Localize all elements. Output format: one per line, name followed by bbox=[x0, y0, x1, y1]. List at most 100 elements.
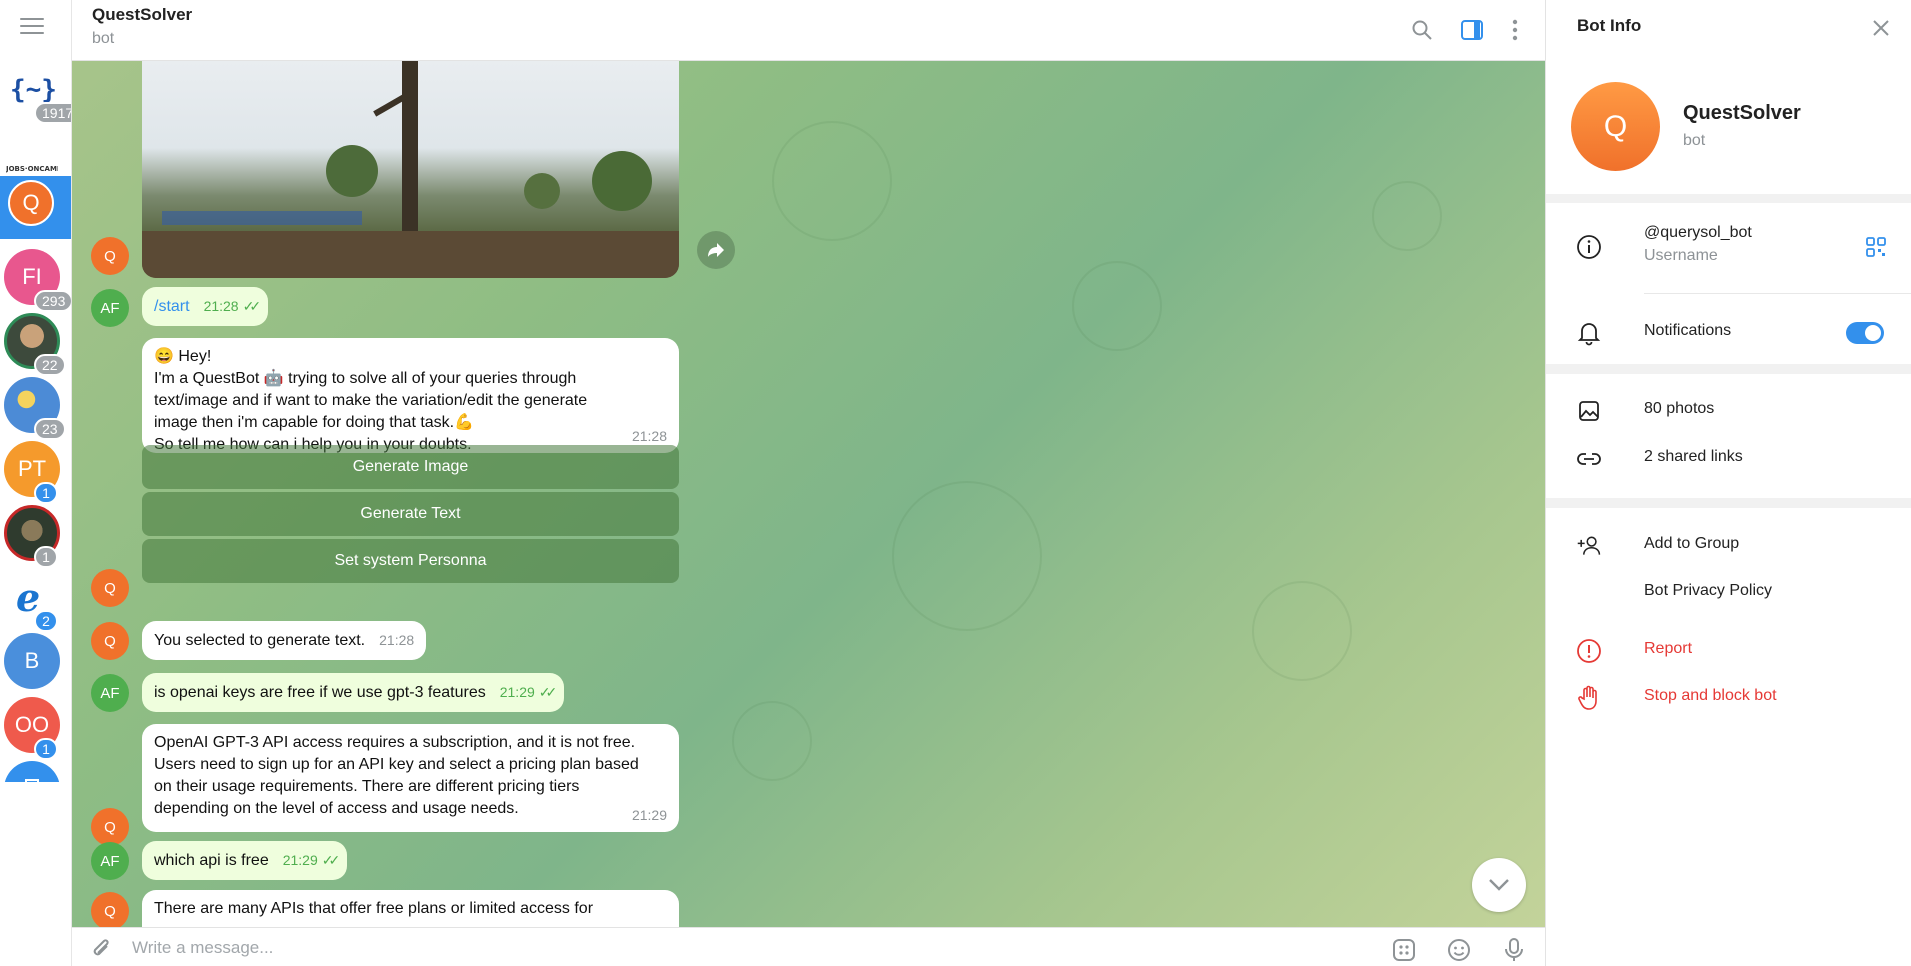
avatar[interactable]: AF bbox=[91, 842, 129, 880]
message-list[interactable]: Q AF /start 21:28 ✓✓ 😄 Hey! I'm a QuestBot… bbox=[72, 61, 1545, 927]
avatar[interactable]: Q bbox=[91, 808, 129, 846]
hand-stop-icon bbox=[1576, 685, 1602, 711]
incoming-message: 😄 Hey! I'm a QuestBot 🤖 trying to solve … bbox=[142, 338, 679, 453]
search-icon[interactable] bbox=[1406, 14, 1438, 46]
outgoing-message: /start 21:28 ✓✓ bbox=[142, 287, 269, 326]
incoming-message: You selected to generate text. 21:28 bbox=[142, 621, 427, 660]
unread-badge: 1917 bbox=[34, 102, 71, 124]
chat-panel: QuestSolver bot Q AF /start 21:28 ✓✓ 😄 H… bbox=[72, 0, 1545, 966]
profile-status: bot bbox=[1683, 132, 1706, 149]
avatar[interactable]: AF bbox=[91, 674, 129, 712]
message-composer bbox=[72, 927, 1545, 966]
qr-code-icon[interactable] bbox=[1863, 234, 1889, 260]
avatar: Q bbox=[8, 180, 54, 226]
chat-list-item-active[interactable]: Q bbox=[0, 176, 71, 239]
avatar[interactable]: AF bbox=[91, 289, 129, 327]
photos-count: 80 photos bbox=[1644, 400, 1715, 417]
message-text: on their usage requirements. There are d… bbox=[154, 778, 580, 795]
message-text: 😄 Hey! bbox=[154, 348, 212, 365]
panel-title: Bot Info bbox=[1577, 16, 1642, 35]
chat-list-item[interactable]: {~} 1917 bbox=[0, 52, 71, 130]
photos-row[interactable]: 80 photos bbox=[1546, 388, 1911, 434]
profile-name: QuestSolver bbox=[1683, 102, 1801, 124]
message-text: You selected to generate text. bbox=[154, 632, 366, 649]
avatar[interactable]: Q bbox=[91, 622, 129, 660]
warning-icon bbox=[1576, 638, 1602, 664]
read-ticks-icon: ✓✓ bbox=[321, 852, 341, 868]
message-text: There are many APIs that offer free plan… bbox=[154, 900, 594, 917]
generate-text-button[interactable]: Generate Text bbox=[142, 492, 679, 536]
message-text: text/image and if want to make the varia… bbox=[154, 392, 588, 409]
info-icon bbox=[1576, 234, 1602, 260]
microphone-icon[interactable] bbox=[1500, 936, 1528, 964]
avatar[interactable]: Q bbox=[91, 892, 129, 927]
message-text: OpenAI GPT-3 API access requires a subsc… bbox=[154, 734, 636, 751]
add-to-group-button[interactable]: Add to Group bbox=[1546, 523, 1911, 569]
menu-icon[interactable] bbox=[20, 18, 44, 36]
outgoing-message: which api is free 21:29 ✓✓ bbox=[142, 841, 348, 880]
avatar: B bbox=[4, 633, 60, 689]
generate-image-button[interactable]: Generate Image bbox=[142, 445, 679, 489]
message-text: Users need to sign up for an API key and… bbox=[154, 756, 639, 773]
notifications-row[interactable]: Notifications bbox=[1546, 310, 1911, 356]
message-text: which api is free bbox=[154, 852, 269, 869]
chat-header[interactable]: QuestSolver bot bbox=[72, 0, 1545, 61]
attach-icon[interactable] bbox=[88, 936, 116, 964]
read-ticks-icon: ✓✓ bbox=[242, 298, 262, 314]
report-label: Report bbox=[1644, 640, 1693, 657]
username-label: Username bbox=[1644, 247, 1718, 264]
username-link[interactable]: @querysol_bot bbox=[1644, 224, 1752, 242]
message-time: 21:28 bbox=[203, 298, 239, 314]
links-count: 2 shared links bbox=[1644, 448, 1743, 465]
block-bot-button[interactable]: Stop and block bot bbox=[1546, 675, 1911, 721]
profile-avatar[interactable]: Q bbox=[1571, 82, 1660, 171]
incoming-message: There are many APIs that offer free plan… bbox=[142, 890, 679, 927]
message-text: is openai keys are free if we use gpt-3 … bbox=[154, 684, 486, 701]
privacy-policy-button[interactable]: Bot Privacy Policy bbox=[1546, 570, 1911, 616]
message-time: 21:28 bbox=[379, 632, 415, 648]
svg-text:{~}: {~} bbox=[10, 75, 56, 105]
message-time: 21:29 bbox=[282, 852, 318, 868]
emoji-icon[interactable] bbox=[1445, 936, 1473, 964]
more-vertical-icon[interactable] bbox=[1499, 14, 1531, 46]
forward-icon[interactable] bbox=[697, 231, 735, 269]
outgoing-message: is openai keys are free if we use gpt-3 … bbox=[142, 673, 565, 712]
photo-icon bbox=[1576, 398, 1602, 424]
message-time: 21:28 bbox=[631, 428, 667, 444]
avatar[interactable]: Q bbox=[91, 569, 129, 607]
profile-section: Bot Info Q QuestSolver bot bbox=[1546, 0, 1911, 194]
message-input[interactable] bbox=[132, 936, 1332, 960]
links-row[interactable]: 2 shared links bbox=[1546, 436, 1911, 482]
sidebar-toggle-icon[interactable] bbox=[1456, 14, 1488, 46]
command-link[interactable]: /start bbox=[154, 298, 190, 315]
notifications-label: Notifications bbox=[1644, 322, 1732, 339]
username-row[interactable]: @querysol_bot bbox=[1546, 224, 1911, 270]
chat-list-item-saved[interactable] bbox=[0, 752, 71, 782]
message-text: I'm a QuestBot 🤖 trying to solve all of … bbox=[154, 370, 577, 387]
add-user-icon bbox=[1576, 533, 1602, 559]
svg-text:JOBS·ONCAMPUS: JOBS·ONCAMPUS bbox=[6, 165, 58, 173]
bot-commands-icon[interactable] bbox=[1390, 936, 1418, 964]
chat-title: QuestSolver bbox=[92, 5, 193, 24]
media-section: 80 photos 2 shared links bbox=[1546, 374, 1911, 498]
message-time: 21:29 bbox=[631, 807, 667, 823]
bell-icon bbox=[1576, 320, 1602, 346]
chat-list-sidebar: {~} 1917 JOBS·ONCAMPUS 11 Q FI 293 22 23… bbox=[0, 0, 72, 966]
link-icon bbox=[1576, 446, 1602, 472]
close-icon[interactable] bbox=[1867, 14, 1895, 42]
notifications-toggle[interactable] bbox=[1846, 322, 1884, 344]
actions-section: Add to Group Bot Privacy Policy Report S… bbox=[1546, 508, 1911, 966]
avatar[interactable]: Q bbox=[91, 237, 129, 275]
details-section: @querysol_bot Username Notifications bbox=[1546, 203, 1911, 364]
set-persona-button[interactable]: Set system Personna bbox=[142, 539, 679, 583]
add-to-group-label: Add to Group bbox=[1644, 535, 1740, 552]
bot-info-panel: Bot Info Q QuestSolver bot @querysol_bot… bbox=[1545, 0, 1911, 966]
chat-subtitle: bot bbox=[92, 30, 115, 47]
read-ticks-icon: ✓✓ bbox=[538, 684, 558, 700]
privacy-policy-label: Bot Privacy Policy bbox=[1644, 582, 1773, 599]
report-button[interactable]: Report bbox=[1546, 628, 1911, 674]
incoming-message: OpenAI GPT-3 API access requires a subsc… bbox=[142, 724, 679, 832]
scroll-down-button[interactable] bbox=[1472, 858, 1526, 912]
photo-message[interactable] bbox=[142, 61, 679, 278]
block-bot-label: Stop and block bot bbox=[1644, 687, 1777, 704]
